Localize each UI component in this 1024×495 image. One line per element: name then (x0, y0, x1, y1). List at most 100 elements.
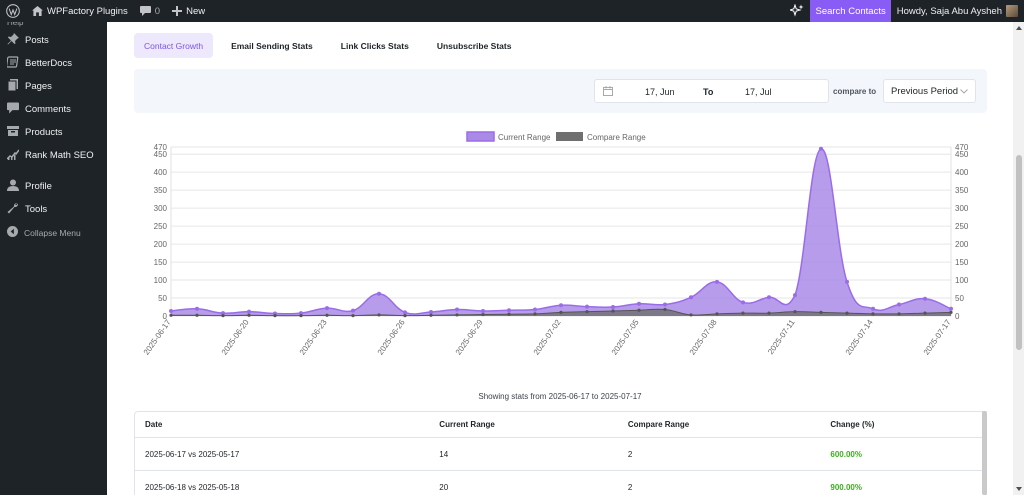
site-name-link[interactable]: WPFactory Plugins (26, 0, 134, 22)
compare-range-point (195, 313, 199, 317)
current-range-point (559, 303, 563, 308)
legend-label-compare: Compare Range (587, 133, 646, 142)
pushpin-icon (7, 33, 19, 48)
y-tick-label-right: 100 (955, 276, 969, 285)
scroll-down-arrow-icon[interactable] (1016, 487, 1022, 491)
current-range-point (923, 296, 927, 301)
stats-tabs: Contact Growth Email Sending Stats Link … (134, 33, 521, 58)
compare-range-point (637, 308, 641, 312)
comment-bubble-icon (139, 6, 151, 16)
y-tick-label-right: 200 (955, 240, 969, 249)
collapse-arrow-icon (7, 226, 18, 239)
date-range-picker[interactable]: 17, Jun To 17, Jul (594, 79, 829, 103)
compare-period-value: Previous Period (891, 85, 959, 97)
current-range-point (767, 295, 771, 300)
sidebar-item-label: Profile (25, 181, 52, 192)
x-tick-label: 2025-07-11 (766, 318, 797, 357)
cell-change: 900.00% (830, 482, 862, 492)
compare-range-point (169, 313, 173, 317)
current-range-point (195, 306, 199, 311)
sidebar-item-label: Rank Math SEO (25, 150, 94, 161)
current-range-point (325, 306, 329, 311)
cell-date: 2025-06-18 vs 2025-05-18 (145, 482, 240, 492)
legend-swatch-compare (556, 132, 583, 141)
sidebar-item-betterdocs[interactable]: BetterDocs (0, 52, 107, 75)
tab-unsubscribe-stats[interactable]: Unsubscribe Stats (427, 33, 522, 58)
current-range-point (247, 309, 251, 314)
compare-range-point (221, 314, 225, 318)
compare-to-label: compare to (833, 87, 877, 96)
cell-compare: 2 (627, 482, 633, 492)
new-content-link[interactable]: New (166, 0, 211, 22)
my-account-link[interactable]: Howdy, Saja Abu Aysheh (891, 0, 1024, 22)
scroll-up-arrow-icon[interactable] (1016, 26, 1022, 30)
compare-range-point (377, 313, 381, 317)
chevron-down-icon (960, 86, 968, 97)
compare-period-select[interactable]: Previous Period (883, 79, 976, 103)
comments-link[interactable]: 0 (134, 0, 166, 22)
to-date-input[interactable]: 17, Jul (745, 87, 772, 97)
collapse-menu-button[interactable]: Collapse Menu (0, 221, 107, 244)
sidebar-item-tools[interactable]: Tools (0, 198, 107, 221)
legend-swatch-current (466, 131, 495, 142)
current-range-point (949, 306, 953, 311)
stats-table: Date Current Range Compare Range Change … (134, 411, 987, 495)
compare-range-point (767, 311, 771, 315)
admin-bar: WPFactory Plugins 0 New Search Contacts … (0, 0, 1024, 22)
sidebar-item-products[interactable]: Products (0, 121, 107, 144)
sidebar-item-comments[interactable]: Comments (0, 98, 107, 121)
compare-range-point (663, 307, 667, 312)
current-range-point (845, 279, 849, 284)
ai-sparkle-button[interactable] (784, 0, 810, 22)
compare-range-point (559, 310, 563, 315)
current-range-point (169, 308, 173, 313)
calendar-icon (603, 86, 613, 98)
sidebar-item-posts[interactable]: Posts (0, 29, 107, 52)
compare-range-point (325, 313, 329, 317)
help-menu-fragment[interactable]: Help (0, 22, 107, 29)
plus-icon (172, 6, 183, 16)
tab-link-clicks-stats[interactable]: Link Clicks Stats (331, 33, 419, 58)
chart-icon (6, 148, 20, 163)
compare-range-point (247, 313, 251, 317)
y-tick-label-left: 250 (154, 222, 168, 231)
comments-count: 0 (154, 5, 161, 17)
y-tick-label-right: 400 (955, 168, 969, 177)
compare-range-point (793, 310, 797, 314)
compare-range-point (481, 312, 485, 317)
compare-range-point (845, 311, 849, 315)
tab-email-sending-stats[interactable]: Email Sending Stats (221, 33, 323, 58)
sidebar-item-label: Tools (25, 204, 48, 215)
window-scrollbar[interactable] (1013, 22, 1024, 495)
y-tick-label-left: 400 (154, 168, 168, 177)
compare-range-point (689, 313, 693, 317)
table-row: 2025-06-17 vs 2025-05-17 14 2 600.00% (135, 438, 986, 471)
compare-range-point (949, 310, 953, 315)
compare-range-point (611, 309, 615, 313)
table-scrollbar[interactable] (982, 411, 987, 495)
sidebar-item-pages[interactable]: Pages (0, 75, 107, 98)
tab-contact-growth[interactable]: Contact Growth (134, 33, 214, 58)
sidebar-item-rank-math-seo[interactable]: Rank Math SEO (0, 144, 107, 167)
archive-icon (7, 125, 19, 140)
howdy-label: Howdy, Saja Abu Aysheh (896, 5, 1002, 17)
cell-current: 14 (439, 449, 449, 459)
header-change: Change (%) (830, 420, 875, 429)
current-range-point (377, 291, 381, 296)
x-tick-label: 2025-07-17 (922, 318, 953, 357)
sidebar-item-profile[interactable]: Profile (0, 175, 107, 198)
wordpress-logo-icon[interactable] (0, 0, 26, 22)
compare-range-point (403, 314, 407, 318)
from-date-input[interactable]: 17, Jun (645, 87, 675, 97)
y-tick-label-left: 150 (154, 258, 168, 267)
current-range-point (689, 295, 693, 300)
y-tick-label-left: 50 (158, 294, 167, 303)
compare-range-point (871, 312, 875, 316)
comment-icon (7, 102, 19, 117)
home-icon (32, 6, 43, 16)
cell-change: 600.00% (830, 449, 862, 459)
search-contacts-button[interactable]: Search Contacts (810, 0, 891, 22)
scrollbar-thumb[interactable] (1016, 155, 1022, 350)
compare-range-point (819, 310, 823, 315)
current-range-point (637, 301, 641, 306)
